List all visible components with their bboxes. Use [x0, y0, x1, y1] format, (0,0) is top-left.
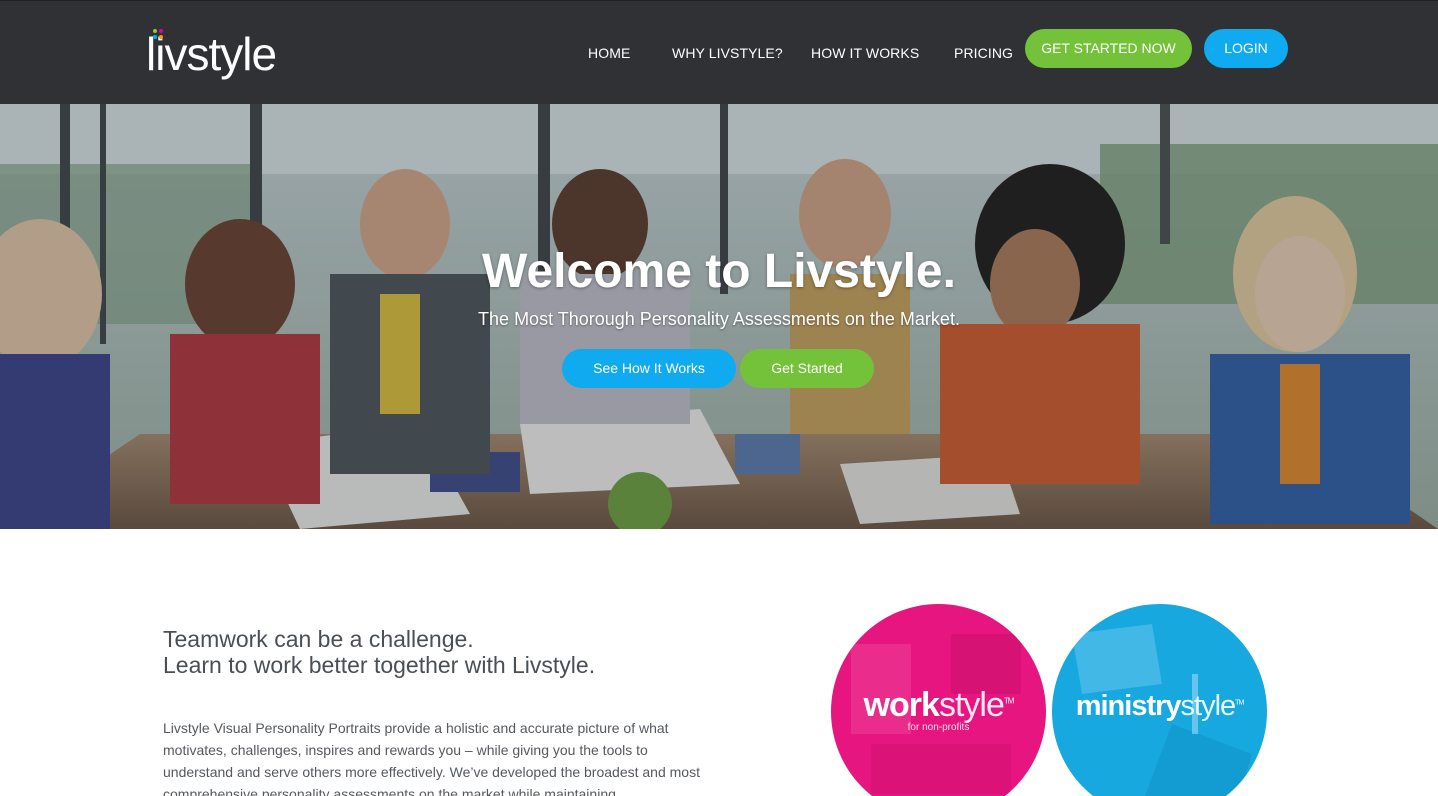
see-how-it-works-button[interactable]: See How It Works	[562, 349, 736, 388]
workstyle-product-circle[interactable]: workstyleTM for non-profits	[831, 604, 1046, 796]
logo-text: livstyle	[146, 28, 277, 80]
get-started-button[interactable]: Get Started	[740, 349, 874, 388]
workstyle-word-bold: work	[863, 686, 940, 724]
login-button[interactable]: LOGIN	[1204, 29, 1288, 68]
workstyle-wordmark: workstyleTM	[831, 686, 1046, 725]
heading-line-1: Teamwork can be a challenge.	[163, 626, 474, 652]
teamwork-heading: Teamwork can be a challenge. Learn to wo…	[163, 626, 763, 678]
nav-how-it-works[interactable]: HOW IT WORKS	[811, 43, 919, 63]
hero-title: Welcome to Livstyle.	[482, 245, 956, 298]
nav-home[interactable]: HOME	[588, 43, 630, 63]
ministrystyle-trademark: TM	[1235, 699, 1244, 707]
workstyle-trademark: TM	[1003, 696, 1015, 706]
nav-pricing[interactable]: PRICING	[954, 43, 1013, 63]
ministrystyle-wordmark: ministrystyleTM	[1052, 690, 1267, 723]
nav-why-livstyle[interactable]: WHY LIVSTYLE?	[672, 43, 783, 63]
ministrystyle-product-circle[interactable]: ministrystyleTM	[1052, 604, 1267, 796]
logo-dot-pink-icon	[159, 29, 163, 33]
logo-dot-green-icon	[153, 29, 157, 33]
workstyle-tagline: for non-profits	[907, 722, 970, 733]
workstyle-word-light: style	[938, 686, 1005, 724]
logo-dot-orange-icon	[159, 35, 163, 39]
get-started-now-button[interactable]: GET STARTED NOW	[1025, 29, 1192, 68]
hero-subtitle: The Most Thorough Personality Assessment…	[478, 309, 960, 329]
top-navigation: livstyle HOME WHY LIVSTYLE? HOW IT WORKS…	[0, 0, 1438, 104]
ministrystyle-word-bold: ministry	[1075, 690, 1182, 722]
intro-paragraph: Livstyle Visual Personality Portraits pr…	[163, 720, 700, 796]
logo-dot-blue-icon	[153, 35, 157, 39]
hero-banner: Welcome to Livstyle. The Most Thorough P…	[0, 104, 1438, 529]
heading-line-2: Learn to work better together with Livst…	[163, 652, 596, 678]
livstyle-logo[interactable]: livstyle	[146, 23, 296, 85]
ministrystyle-word-light: style	[1180, 690, 1237, 722]
